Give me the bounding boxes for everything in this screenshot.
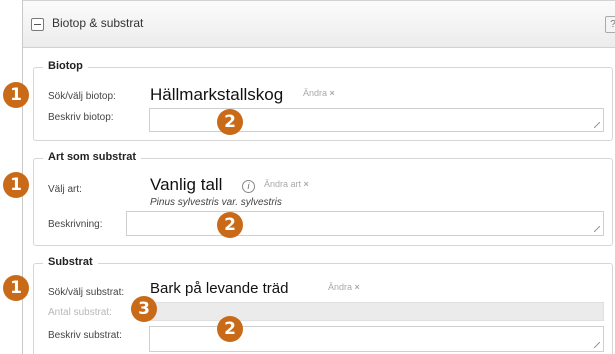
- substrate-count-label: Antal substrat:: [48, 307, 112, 318]
- biotop-legend: Biotop: [43, 60, 88, 72]
- remove-icon: ×: [303, 179, 309, 189]
- biotop-value: Hällmarkstallskog: [150, 85, 284, 104]
- info-icon[interactable]: i: [242, 180, 255, 193]
- substrat-section: Substrat Sök/välj substrat: Bark på leva…: [33, 256, 613, 354]
- substrate-count-field: [149, 302, 604, 321]
- collapse-icon[interactable]: [31, 18, 44, 31]
- badge-2-substrat: 2: [217, 316, 243, 342]
- search-biotop-label: Sök/välj biotop:: [48, 91, 116, 102]
- art-legend: Art som substrat: [43, 151, 142, 163]
- description-label: Beskrivning:: [48, 219, 103, 230]
- art-section: Art som substrat Välj art: Vanlig tall i…: [33, 151, 613, 246]
- remove-icon: ×: [329, 88, 335, 98]
- badge-3-substrat: 3: [131, 296, 157, 322]
- describe-substrate-label: Beskriv substrat:: [48, 330, 122, 341]
- change-substrate-label: Ändra: [328, 282, 353, 292]
- badge-1-substrat: 1: [3, 275, 29, 301]
- change-species-link[interactable]: Ändra art ×: [264, 179, 309, 189]
- species-value: Vanlig tall: [150, 175, 223, 194]
- badge-2-biotop: 2: [217, 109, 243, 135]
- remove-icon: ×: [354, 282, 360, 292]
- badge-1-biotop: 1: [3, 82, 29, 108]
- help-icon[interactable]: ?: [605, 16, 615, 33]
- change-biotop-label: Ändra: [303, 88, 328, 98]
- biotop-substrat-panel: Biotop & substrat ? Biotop Sök/välj biot…: [22, 0, 615, 354]
- substrat-legend: Substrat: [43, 256, 98, 268]
- badge-1-art: 1: [3, 172, 29, 198]
- select-species-label: Välj art:: [48, 184, 82, 195]
- badge-2-art: 2: [217, 212, 243, 238]
- panel-title: Biotop & substrat: [52, 16, 144, 30]
- change-substrate-link[interactable]: Ändra ×: [328, 282, 360, 292]
- biotop-section: Biotop Sök/välj biotop: Hällmarkstallsko…: [33, 60, 613, 141]
- describe-biotop-label: Beskriv biotop:: [48, 112, 114, 123]
- search-substrate-label: Sök/välj substrat:: [48, 287, 125, 298]
- substrate-value: Bark på levande träd: [150, 280, 289, 297]
- description-field[interactable]: [126, 211, 604, 236]
- change-biotop-link[interactable]: Ändra ×: [303, 88, 335, 98]
- scientific-name: Pinus sylvestris var. sylvestris: [150, 197, 282, 208]
- change-species-label: Ändra art: [264, 179, 302, 189]
- panel-header[interactable]: Biotop & substrat ?: [23, 0, 615, 48]
